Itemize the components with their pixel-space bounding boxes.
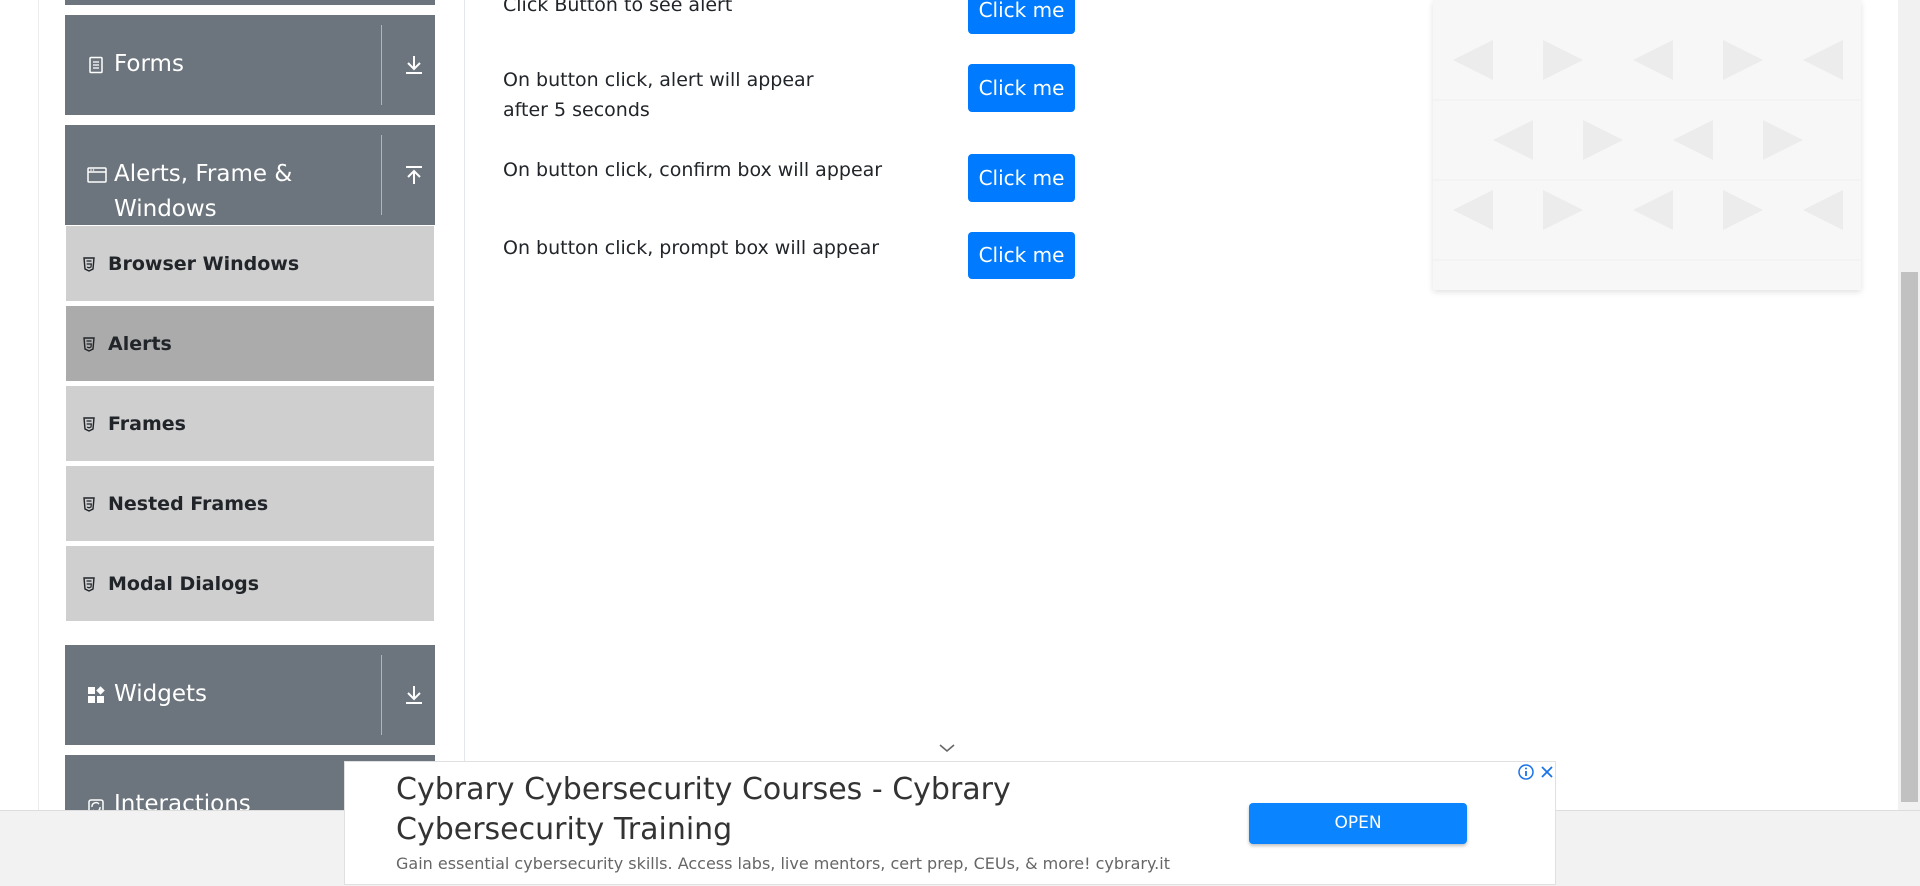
alert-row-description: Click Button to see alert	[503, 0, 733, 16]
window-icon	[87, 167, 107, 183]
sidebar-left-border	[38, 0, 39, 810]
close-icon[interactable]	[1538, 763, 1556, 781]
group-separator	[381, 25, 382, 105]
sidebar-item-frames[interactable]: Frames	[66, 386, 434, 463]
sidebar-item-nested-frames[interactable]: Nested Frames	[66, 466, 434, 543]
group-header-forms[interactable]: Forms	[65, 15, 435, 115]
prompt-button[interactable]: Click me	[968, 232, 1075, 279]
group-label-widgets: Widgets	[114, 681, 207, 707]
prompt-row-description: On button click, prompt box will appear	[503, 237, 880, 259]
html5-icon	[83, 497, 95, 512]
download-arrow-icon[interactable]	[402, 53, 426, 77]
html5-icon	[83, 337, 95, 352]
timer-alert-row-description: On button click, alert will appear after…	[503, 69, 814, 121]
chevron-down-icon[interactable]	[938, 742, 956, 754]
scrollbar-thumb[interactable]	[1901, 272, 1918, 802]
sidebar-item-label: Modal Dialogs	[108, 573, 260, 595]
ad-title[interactable]: Cybrary Cybersecurity Courses - Cybrary …	[396, 770, 1116, 850]
group-header-widgets[interactable]: Widgets	[65, 645, 435, 745]
upload-arrow-icon[interactable]	[402, 163, 426, 187]
html5-icon	[83, 417, 95, 432]
confirm-row-description: On button click, confirm box will appear	[503, 159, 883, 181]
timer-alert-button[interactable]: Click me	[968, 64, 1075, 112]
previous-group-header-edge[interactable]	[65, 0, 435, 5]
sidebar-item-label: Alerts	[108, 333, 172, 355]
html5-icon	[83, 257, 95, 272]
sidebar-item-label: Browser Windows	[108, 253, 300, 275]
info-icon[interactable]	[1517, 763, 1535, 781]
confirm-button[interactable]: Click me	[968, 154, 1075, 202]
sidebar-item-alerts[interactable]: Alerts	[66, 306, 434, 383]
sidebar-item-label: Frames	[108, 413, 186, 435]
html5-icon	[83, 577, 95, 592]
banner-pattern	[1433, 40, 1861, 261]
group-header-alerts-frame-windows[interactable]: Alerts, Frame & Windows	[65, 125, 435, 225]
sidebar-item-label: Nested Frames	[108, 493, 269, 515]
widgets-grid-icon	[88, 686, 105, 703]
group-label-interactions: Interactions	[114, 791, 251, 810]
alert-button[interactable]: Click me	[968, 0, 1075, 34]
group-label-alerts-frame-windows: Alerts, Frame & Windows	[114, 161, 293, 222]
ad-description: Gain essential cybersecurity skills. Acc…	[396, 854, 1170, 873]
side-banner-ad[interactable]	[1433, 0, 1861, 290]
sidebar-item-browser-windows[interactable]: Browser Windows	[66, 226, 434, 303]
sidebar-divider	[464, 0, 465, 810]
interactions-icon	[88, 799, 104, 810]
download-arrow-icon[interactable]	[402, 683, 426, 707]
ad-open-button[interactable]: OPEN	[1249, 803, 1467, 844]
document-icon	[89, 56, 103, 74]
group-separator	[381, 135, 382, 215]
group-label-forms: Forms	[114, 51, 184, 77]
sidebar-item-modal-dialogs[interactable]: Modal Dialogs	[66, 546, 434, 623]
bottom-ad[interactable]: Cybrary Cybersecurity Courses - Cybrary …	[344, 761, 1556, 885]
group-separator	[381, 655, 382, 735]
left-sidebar: Forms Alerts, Frame & Windows Browser Wi…	[0, 0, 465, 810]
